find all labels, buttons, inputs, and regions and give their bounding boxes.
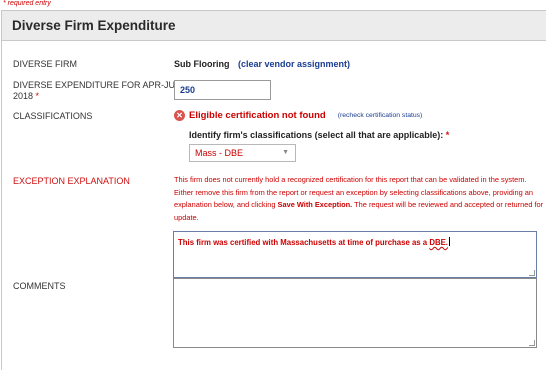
exception-explanation-label: EXCEPTION EXPLANATION [13,176,130,186]
comments-value [174,279,536,289]
required-star: * [35,91,40,101]
panel-header: Diverse Firm Expenditure [2,11,546,41]
expenditure-label-line2: 2018 [13,91,34,101]
identify-classifications-label: Identify firm's classifications (select … [189,130,444,140]
expenditure-label-line1: DIVERSE EXPENDITURE FOR APR-JUN [13,80,182,90]
certification-status: ✕ Eligible certification not found (rech… [174,110,422,121]
classifications-label: CLASSIFICATIONS [13,111,93,121]
resize-handle-icon[interactable] [529,270,535,276]
panel-title: Diverse Firm Expenditure [12,18,176,33]
comments-textarea[interactable] [173,278,537,348]
classification-select[interactable]: Mass - DBE ▼ [189,144,296,162]
diverse-firm-expenditure-panel: Diverse Firm Expenditure DIVERSE FIRM Su… [1,10,546,370]
x-circle-icon: ✕ [174,110,185,121]
diverse-firm-label: DIVERSE FIRM [13,59,78,69]
text-caret [448,237,450,246]
comments-label: COMMENTS [13,281,66,291]
required-star: * [445,130,450,140]
identify-classifications-text: Identify firm's classifications (select … [189,130,449,140]
vendor-assignment: Sub Flooring (clear vendor assignment) [174,59,350,69]
certification-error-text: Eligible certification not found [189,110,326,121]
chevron-down-icon: ▼ [282,149,289,156]
expenditure-label: DIVERSE EXPENDITURE FOR APR-JUN 2018 * [13,80,182,102]
recheck-certification-link[interactable]: (recheck certification status) [338,112,423,119]
resize-handle-icon[interactable] [529,340,535,346]
exception-message: This firm does not currently hold a reco… [174,174,544,224]
classification-selected-value: Mass - DBE [195,148,244,158]
exception-text-main: This firm was certified with Massachuset… [178,238,428,247]
save-with-exception-text: Save With Exception. [277,200,353,209]
required-entry-note: * required entry [3,0,51,7]
exception-explanation-textarea[interactable]: This firm was certified with Massachuset… [173,231,537,278]
exception-text-tail: DBE. [429,238,448,247]
vendor-name: Sub Flooring [174,59,230,69]
clear-vendor-assignment-link[interactable]: (clear vendor assignment) [238,59,350,69]
expenditure-amount-input[interactable] [174,80,271,100]
